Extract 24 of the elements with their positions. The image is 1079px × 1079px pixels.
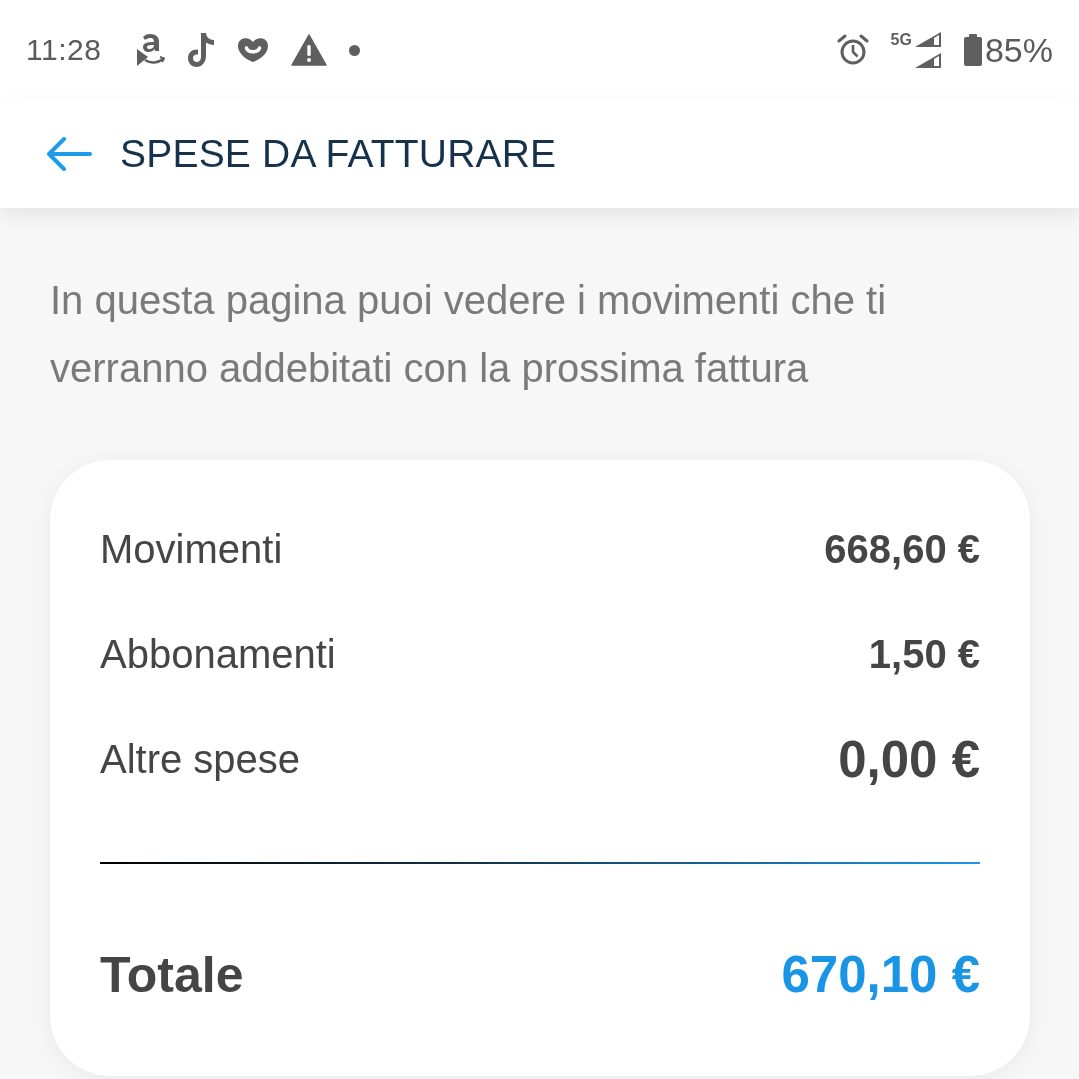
row-label: Altre spese (100, 737, 301, 782)
warning-icon (291, 34, 328, 66)
status-time: 11:28 (26, 33, 102, 67)
total-label: Totale (100, 945, 244, 1004)
row-amount: 668,60 € (824, 527, 980, 572)
back-arrow-icon (46, 137, 92, 171)
row-amount: 1,50 € (868, 632, 980, 677)
row-amount: 0,00 € (838, 730, 980, 789)
battery-level: 85% (984, 30, 1053, 70)
signal-icon (913, 31, 942, 48)
page-title: SPESE DA FATTURARE (120, 132, 557, 176)
play-smile-icon (137, 32, 166, 68)
row-label: Movimenti (100, 527, 283, 572)
network-type: 5G (890, 31, 912, 49)
alarm-clock-icon (836, 34, 869, 66)
heart-icon (237, 37, 270, 63)
battery-icon (963, 34, 982, 66)
total-amount: 670,10 € (781, 945, 980, 1004)
intro-text: In questa pagina puoi vedere i movimenti che ti verranno addebitati con la prossima fattura (50, 277, 888, 392)
row-label: Abbonamenti (100, 632, 336, 677)
dot-icon (349, 44, 361, 56)
back-button[interactable] (44, 135, 94, 173)
music-note-icon (187, 32, 216, 68)
signal-icon (913, 52, 942, 69)
